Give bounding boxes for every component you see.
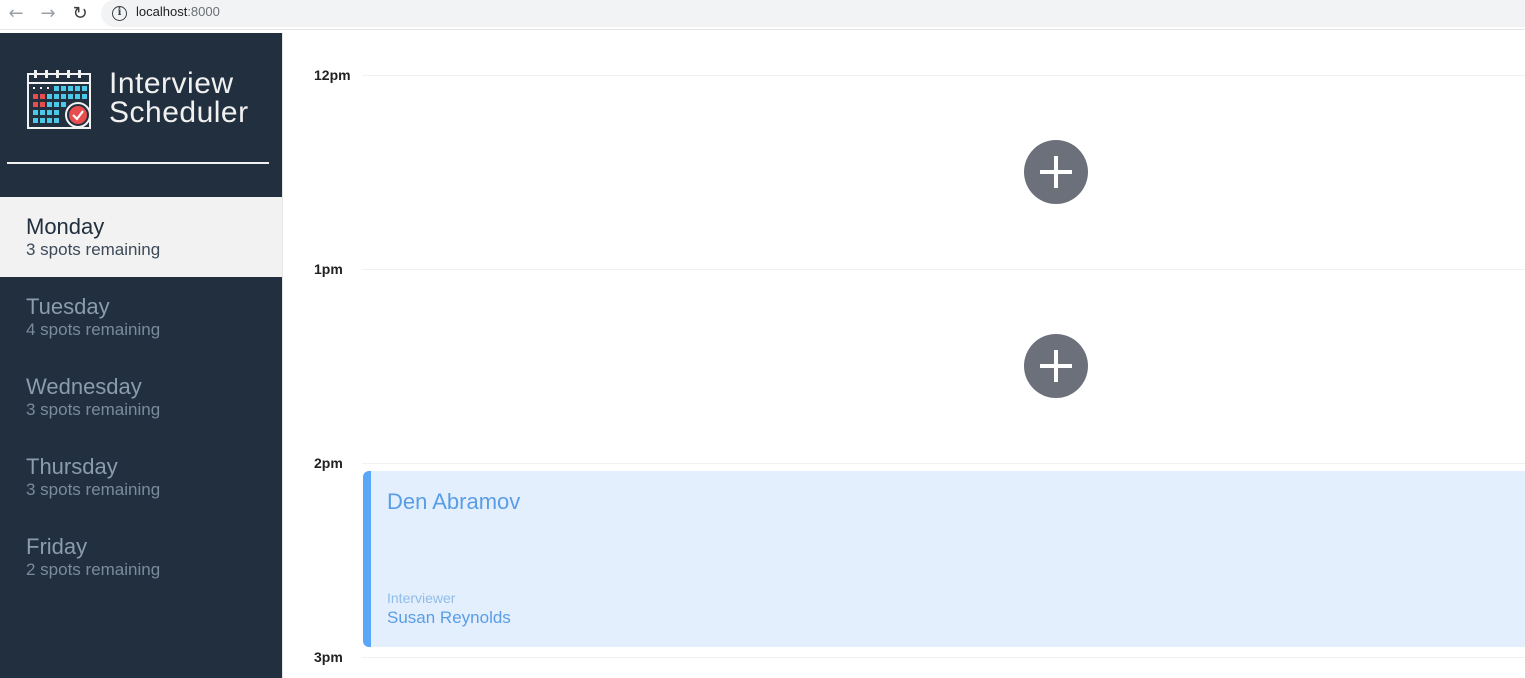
day-list: Monday 3 spots remaining Tuesday 4 spots…: [0, 197, 282, 597]
day-item-friday[interactable]: Friday 2 spots remaining: [0, 517, 282, 597]
schedule: 12pm 1pm 2pm Den Abramov Interviewer Sus…: [282, 33, 1525, 678]
slot-divider: [362, 75, 1525, 76]
divider: [7, 162, 269, 164]
time-slot-3pm: 3pm: [283, 649, 1525, 678]
interviewer-label: Interviewer: [387, 590, 456, 606]
day-item-tuesday[interactable]: Tuesday 4 spots remaining: [0, 277, 282, 357]
calendar-check-icon: [27, 70, 91, 129]
interviewer-name: Susan Reynolds: [387, 608, 511, 627]
url-host: localhost: [136, 4, 188, 19]
browser-toolbar: ← → ↻ i localhost:8000: [0, 0, 1525, 30]
back-arrow-icon[interactable]: ←: [4, 3, 28, 25]
day-name: Monday: [26, 214, 105, 239]
slot-time: 1pm: [314, 261, 343, 277]
slot-time: 12pm: [314, 67, 351, 83]
add-appointment-button[interactable]: [1024, 334, 1088, 398]
day-name: Friday: [26, 534, 88, 559]
app-title: Interview Scheduler: [109, 67, 249, 129]
day-item-monday[interactable]: Monday 3 spots remaining: [0, 197, 282, 277]
app-title-line2: Scheduler: [109, 96, 249, 129]
url-port: :8000: [187, 4, 220, 19]
day-item-wednesday[interactable]: Wednesday 3 spots remaining: [0, 357, 282, 437]
reload-icon[interactable]: ↻: [68, 3, 92, 25]
day-spots: 2 spots remaining: [26, 560, 161, 579]
address-bar[interactable]: i localhost:8000: [101, 0, 1525, 27]
url-text: localhost:8000: [136, 4, 220, 19]
day-name: Wednesday: [26, 374, 142, 399]
time-slot-12pm: 12pm: [283, 67, 1525, 261]
day-name: Thursday: [26, 454, 118, 479]
forward-arrow-icon[interactable]: →: [36, 3, 60, 25]
slot-time: 3pm: [314, 649, 343, 665]
student-name: Den Abramov: [387, 489, 521, 514]
app-title-line1: Interview: [109, 67, 234, 100]
slot-divider: [362, 269, 1525, 270]
day-name: Tuesday: [26, 294, 110, 319]
day-spots: 3 spots remaining: [26, 480, 161, 499]
sidebar: Interview Scheduler Monday 3 spots remai…: [0, 33, 282, 678]
slot-divider: [362, 463, 1525, 464]
slot-time: 2pm: [314, 455, 343, 471]
appointment-card[interactable]: Den Abramov Interviewer Susan Reynolds: [363, 471, 1525, 647]
day-spots: 3 spots remaining: [26, 240, 161, 259]
day-item-thursday[interactable]: Thursday 3 spots remaining: [0, 437, 282, 517]
info-icon[interactable]: i: [112, 6, 127, 21]
slot-divider: [362, 657, 1525, 658]
time-slot-1pm: 1pm: [283, 261, 1525, 455]
add-appointment-button[interactable]: [1024, 140, 1088, 204]
day-spots: 3 spots remaining: [26, 400, 161, 419]
day-spots: 4 spots remaining: [26, 320, 161, 339]
